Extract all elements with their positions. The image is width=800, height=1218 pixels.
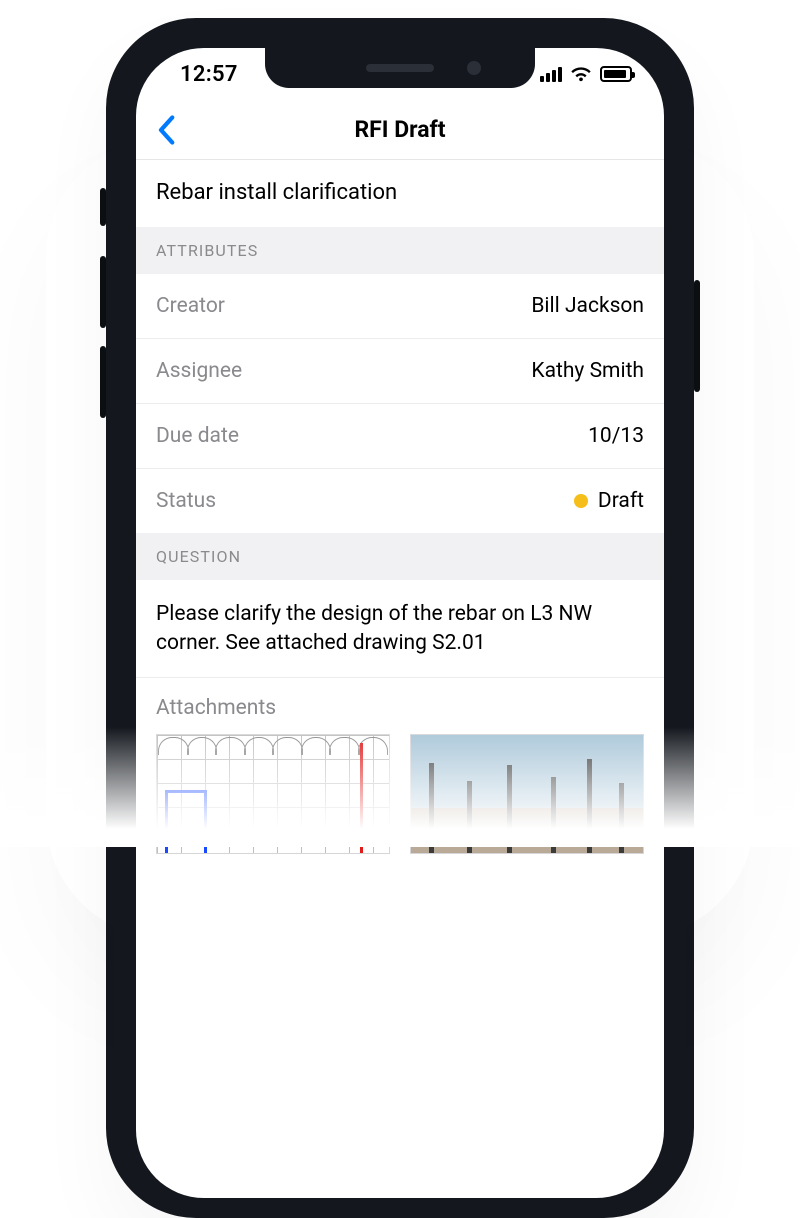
attribute-value: Kathy Smith bbox=[531, 359, 644, 383]
question-body: Please clarify the design of the rebar o… bbox=[136, 580, 664, 678]
status-indicators bbox=[540, 66, 634, 82]
phone-volume-down bbox=[100, 346, 106, 418]
phone-volume-up bbox=[100, 256, 106, 328]
attribute-row-assignee[interactable]: Assignee Kathy Smith bbox=[136, 339, 664, 404]
attachments-label: Attachments bbox=[136, 678, 664, 734]
attribute-value: Bill Jackson bbox=[531, 294, 644, 318]
attribute-label: Due date bbox=[156, 424, 239, 448]
attribute-row-status[interactable]: Status Draft bbox=[136, 469, 664, 533]
phone-power-button bbox=[694, 280, 700, 392]
back-button[interactable] bbox=[148, 107, 184, 153]
nav-title: RFI Draft bbox=[354, 116, 445, 143]
status-time: 12:57 bbox=[166, 62, 238, 87]
status-bar: 12:57 bbox=[136, 48, 664, 100]
attribute-label: Assignee bbox=[156, 359, 242, 383]
cellular-icon bbox=[540, 66, 562, 82]
wifi-icon bbox=[570, 66, 592, 82]
section-header-question: Question bbox=[136, 533, 664, 580]
attribute-label: Creator bbox=[156, 294, 225, 318]
nav-bar: RFI Draft bbox=[136, 100, 664, 160]
attribute-label: Status bbox=[156, 489, 216, 513]
chevron-left-icon bbox=[156, 115, 176, 145]
attribute-row-due-date[interactable]: Due date 10/13 bbox=[136, 404, 664, 469]
attributes-list: Creator Bill Jackson Assignee Kathy Smit… bbox=[136, 274, 664, 533]
attribute-row-creator[interactable]: Creator Bill Jackson bbox=[136, 274, 664, 339]
phone-screen: 12:57 bbox=[136, 48, 664, 1198]
attribute-value: 10/13 bbox=[588, 424, 644, 448]
attachment-thumbnail-photo[interactable] bbox=[410, 734, 644, 854]
attachments-row bbox=[136, 734, 664, 874]
section-header-attributes: Attributes bbox=[136, 227, 664, 274]
status-text: Draft bbox=[598, 489, 644, 513]
phone-frame: 12:57 bbox=[106, 18, 694, 1218]
battery-icon bbox=[600, 66, 632, 82]
attribute-value: Draft bbox=[574, 489, 644, 513]
attachment-thumbnail-drawing[interactable] bbox=[156, 734, 390, 854]
phone-mute-switch bbox=[100, 188, 106, 226]
status-dot-icon bbox=[574, 494, 588, 508]
rfi-title: Rebar install clarification bbox=[136, 160, 664, 227]
